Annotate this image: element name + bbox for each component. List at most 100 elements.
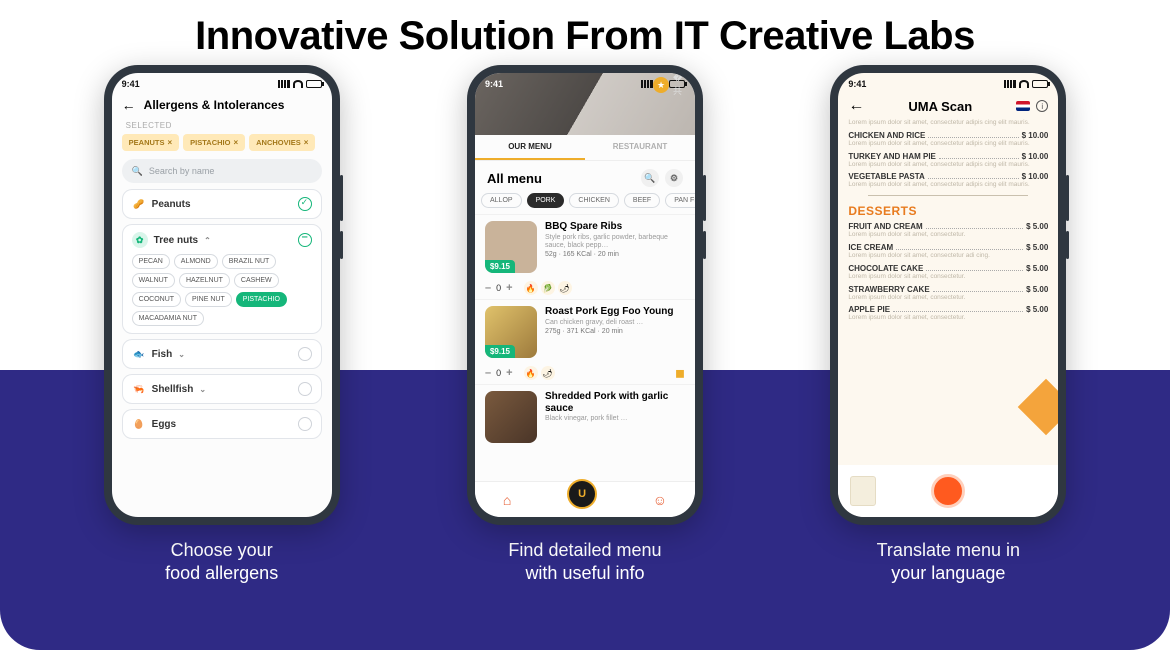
flame-icon: 🔥	[524, 366, 538, 380]
bookmark-icon[interactable]: ★	[653, 77, 669, 93]
search-icon[interactable]: 🔍	[641, 169, 659, 187]
tabs: OUR MENU RESTAURANT	[475, 135, 695, 161]
menu-desserts: FRUIT AND CREAM$ 5.00Lorem ipsum dolor s…	[838, 222, 1058, 322]
row-peanuts[interactable]: 🥜Peanuts	[122, 189, 322, 219]
radio-icon[interactable]	[298, 347, 312, 361]
thumbnail[interactable]	[850, 476, 876, 506]
battery-icon	[306, 80, 322, 88]
pill-brazil[interactable]: BRAZIL NUT	[222, 254, 277, 269]
back-icon[interactable]: ←	[122, 97, 136, 113]
menu-mains: Lorem ipsum dolor sit amet, consectetur …	[838, 119, 1058, 189]
phones-row: 9:41 ← Allergens & Intolerances SELECTED…	[0, 65, 1170, 586]
radio-icon[interactable]	[298, 382, 312, 396]
menu-heading: All menu	[487, 171, 542, 186]
list-item: VEGETABLE PASTA$ 10.00Lorem ipsum dolor …	[848, 172, 1048, 189]
desserts-heading: DESSERTS	[838, 202, 1058, 222]
price-tag: $9.15	[485, 345, 515, 358]
share-icon[interactable]: �共	[673, 77, 689, 93]
phone-scan: 9:41 ← UMA Scan i Lorem ipsum dolor sit …	[830, 65, 1066, 525]
signal-icon	[1004, 80, 1016, 88]
scan-bar	[838, 465, 1058, 517]
row-treenuts[interactable]: ✿Tree nuts ⌃ PECAN ALMOND BRAZIL NUT WAL…	[122, 224, 322, 334]
price-tag: $9.15	[485, 260, 515, 273]
cat-pork[interactable]: PORK	[527, 193, 565, 208]
wifi-icon	[293, 80, 303, 88]
bookmark-icon[interactable]: ◼	[675, 366, 685, 380]
pill-pinenut[interactable]: PINE NUT	[185, 292, 232, 307]
decor-swatch	[1018, 379, 1058, 436]
menu-item[interactable]: $9.15 Roast Pork Egg Foo YoungCan chicke…	[475, 299, 695, 364]
shutter-button[interactable]	[931, 474, 965, 508]
row-eggs[interactable]: 🥚Eggs	[122, 409, 322, 439]
minus-button[interactable]: –	[485, 367, 491, 379]
signal-icon	[278, 80, 290, 88]
cat-chicken[interactable]: CHICKEN	[569, 193, 619, 208]
row-fish[interactable]: 🐟Fish ⌄	[122, 339, 322, 369]
phone-menu: 9:41 ★�共 OUR MENU RESTAURANT All menu 🔍 ⚙…	[467, 65, 703, 525]
pill-cashew[interactable]: CASHEW	[234, 273, 279, 288]
list-item: CHICKEN AND RICE$ 10.00Lorem ipsum dolor…	[848, 131, 1048, 148]
signal-icon	[641, 80, 653, 88]
chevron-down-icon[interactable]: ⌄	[199, 385, 206, 394]
selected-label: SELECTED	[112, 119, 332, 132]
wifi-icon	[1019, 80, 1029, 88]
pill-pecan[interactable]: PECAN	[132, 254, 170, 269]
tab-restaurant[interactable]: RESTAURANT	[585, 135, 695, 160]
bottom-nav: ⌂ U ☺	[475, 481, 695, 517]
chip-remove-icon[interactable]: ×	[304, 138, 309, 147]
pill-walnut[interactable]: WALNUT	[132, 273, 175, 288]
back-icon[interactable]: ←	[848, 97, 864, 115]
divider	[868, 195, 1028, 196]
flag-icon[interactable]	[1016, 101, 1030, 111]
pepper-icon: 🌶	[541, 366, 555, 380]
list-item: ICE CREAM$ 5.00Lorem ipsum dolor sit ame…	[848, 243, 1048, 260]
search-icon: 🔍	[132, 166, 143, 177]
restaurant-hero: 9:41 ★�共	[475, 73, 695, 135]
menu-item[interactable]: Shredded Pork with garlic sauceBlack vin…	[475, 384, 695, 449]
pill-macadamia[interactable]: MACADAMIA NUT	[132, 311, 204, 326]
chip-pistachio[interactable]: PISTACHIO×	[183, 134, 245, 151]
chip-anchovies[interactable]: ANCHOVIES×	[249, 134, 315, 151]
egg-icon: 🥚	[132, 417, 146, 431]
pill-coconut[interactable]: COCONUT	[132, 292, 181, 307]
profile-icon[interactable]: ☺	[653, 492, 667, 508]
pill-pistachio[interactable]: PISTACHIO	[236, 292, 287, 307]
status-bar: 9:41	[112, 73, 332, 93]
chip-remove-icon[interactable]: ×	[233, 138, 238, 147]
status-time: 9:41	[122, 79, 140, 89]
fish-icon: 🐟	[132, 347, 146, 361]
qty-row: –0+ 🔥🥬🌶	[475, 279, 695, 299]
partial-icon[interactable]	[298, 233, 312, 247]
cat-allop[interactable]: ALLOP	[481, 193, 522, 208]
plus-button[interactable]: +	[506, 282, 512, 294]
menu-item[interactable]: $9.15 BBQ Spare RibsStyle pork ribs, gar…	[475, 214, 695, 279]
chevron-down-icon[interactable]: ⌄	[178, 350, 185, 359]
pill-hazelnut[interactable]: HAZELNUT	[179, 273, 230, 288]
list-item: TURKEY AND HAM PIE$ 10.00Lorem ipsum dol…	[848, 152, 1048, 169]
search-input[interactable]: 🔍 Search by name	[122, 159, 322, 183]
chip-remove-icon[interactable]: ×	[168, 138, 173, 147]
cat-beef[interactable]: BEEF	[624, 193, 660, 208]
filter-icon[interactable]: ⚙	[665, 169, 683, 187]
dish-image	[485, 391, 537, 443]
row-shellfish[interactable]: 🦐Shellfish ⌄	[122, 374, 322, 404]
peanut-icon: 🥜	[132, 197, 146, 211]
home-icon[interactable]: ⌂	[503, 492, 511, 508]
category-bar[interactable]: ALLOP PORK CHICKEN BEEF PAN FRIED N	[475, 189, 695, 214]
tab-menu[interactable]: OUR MENU	[475, 135, 585, 160]
scan-button[interactable]: U	[567, 479, 597, 509]
shellfish-icon: 🦐	[132, 382, 146, 396]
chip-peanuts[interactable]: PEANUTS×	[122, 134, 180, 151]
plus-button[interactable]: +	[506, 367, 512, 379]
screen-title: UMA Scan	[908, 99, 972, 114]
info-icon[interactable]: i	[1036, 100, 1048, 112]
cat-panfried[interactable]: PAN FRIED N	[665, 193, 695, 208]
chevron-up-icon[interactable]: ⌃	[204, 236, 211, 245]
treenut-icon: ✿	[132, 232, 148, 248]
check-icon[interactable]	[298, 197, 312, 211]
dish-image: $9.15	[485, 221, 537, 273]
caption-3: Translate menu in your language	[877, 539, 1020, 586]
radio-icon[interactable]	[298, 417, 312, 431]
minus-button[interactable]: –	[485, 282, 491, 294]
pill-almond[interactable]: ALMOND	[174, 254, 218, 269]
